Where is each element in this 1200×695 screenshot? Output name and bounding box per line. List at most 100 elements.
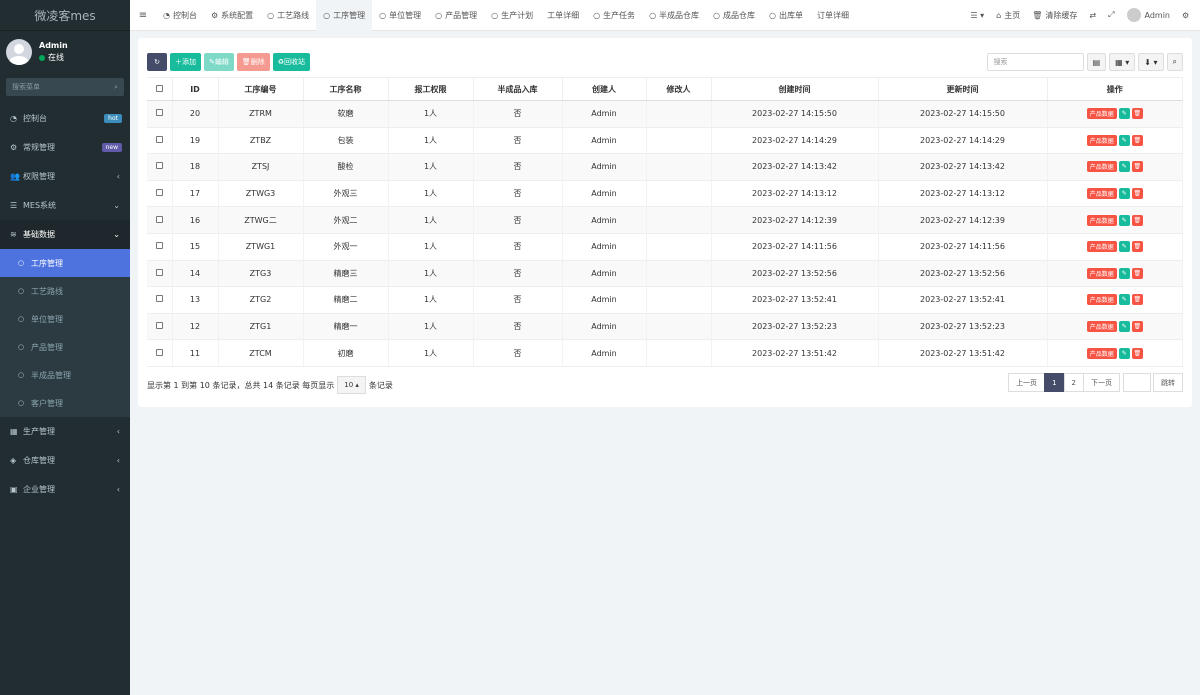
add-button[interactable]: ＋添加 (170, 53, 201, 71)
sidebar-item-1[interactable]: ⚙ 常规管理 new (0, 133, 130, 162)
edit-row-icon[interactable]: ✎ (1118, 188, 1130, 200)
tab-list-dropdown[interactable]: ☰ ▾ (964, 0, 990, 31)
table-row[interactable]: 18 ZTSJ 酸检 1人否 Admin 2023-02-27 14:13:42 2023-… (147, 153, 1183, 181)
clear-cache-button[interactable]: 🗑 清除缓存 (1026, 0, 1083, 31)
edit-button[interactable]: ✎ 编辑 (204, 53, 234, 71)
submenu-item-2[interactable]: ○ 单位管理 (0, 305, 130, 333)
recycle-bin-button[interactable]: ♻ 回收站 (272, 53, 311, 71)
submenu-item-5[interactable]: ○ 客户管理 (0, 389, 130, 417)
table-row[interactable]: 12 ZTG1 精磨一 1人否 Admin 2023-02-27 13:52:23 2023… (147, 313, 1183, 341)
row-select-cell[interactable] (147, 100, 173, 128)
export-dropdown[interactable]: ⬇ ▾ (1138, 53, 1164, 71)
row-select-cell[interactable] (147, 339, 173, 367)
submenu-item-0[interactable]: ○ 工序管理 (0, 249, 130, 277)
brand-logo[interactable]: 微凌客mes (0, 0, 130, 31)
columns-dropdown[interactable]: ▦ ▾ (1109, 53, 1136, 71)
row-checkbox[interactable] (155, 268, 163, 276)
product-data-button[interactable]: 产品数据 (1086, 134, 1117, 146)
user-menu[interactable]: Admin (1121, 0, 1177, 31)
edit-row-icon[interactable]: ✎ (1118, 294, 1130, 306)
row-checkbox[interactable] (155, 135, 163, 143)
tab-6[interactable]: ○ 生产计划 (484, 0, 540, 31)
sidebar-item-after-0[interactable]: ▦ 生产管理 ‹ (0, 417, 130, 446)
sidebar-item-0[interactable]: ◔ 控制台 hot (0, 104, 130, 133)
product-data-button[interactable]: 产品数据 (1086, 108, 1117, 120)
row-checkbox[interactable] (155, 295, 163, 303)
table-row[interactable]: 20 ZTRM 软磨 1人否 Admin 2023-02-27 14:15:50 2023-… (147, 100, 1183, 128)
edit-row-icon[interactable]: ✎ (1118, 347, 1130, 359)
advanced-search-icon[interactable]: ⌕ (1166, 53, 1183, 71)
row-select-cell[interactable] (147, 153, 173, 181)
row-checkbox[interactable] (155, 242, 163, 250)
delete-row-icon[interactable]: 🗑 (1131, 188, 1143, 200)
tab-11[interactable]: ○ 出库单 (762, 0, 810, 31)
delete-row-icon[interactable]: 🗑 (1131, 294, 1143, 306)
table-row[interactable]: 15 ZTWG1 外观一 1人否 Admin 2023-02-27 14:11:56 202… (147, 233, 1183, 261)
settings-icon[interactable]: ⚙ (1176, 0, 1200, 31)
table-search-input[interactable]: 搜索 (986, 53, 1084, 71)
sidebar-item-2[interactable]: 👥 权限管理 ‹ (0, 162, 130, 191)
table-row[interactable]: 19 ZTBZ 包装 1人否 Admin 2023-02-27 14:14:29 2023-… (147, 127, 1183, 155)
next-page-button[interactable]: 下一页 (1083, 373, 1120, 392)
submenu-item-3[interactable]: ○ 产品管理 (0, 333, 130, 361)
row-checkbox[interactable] (155, 322, 163, 330)
row-checkbox[interactable] (155, 162, 163, 170)
table-row[interactable]: 14 ZTG3 精磨三 1人否 Admin 2023-02-27 13:52:56 2023… (147, 260, 1183, 288)
prev-page-button[interactable]: 上一页 (1008, 373, 1046, 392)
row-select-cell[interactable] (147, 286, 173, 314)
tab-7[interactable]: 工单详细 (540, 0, 586, 31)
fullscreen-icon[interactable]: ⤢ (1102, 0, 1120, 31)
page-2-button[interactable]: 2 (1063, 373, 1084, 392)
sidebar-item-3[interactable]: ☰ MES系统 ⌄ (0, 191, 130, 220)
tab-4[interactable]: ○ 单位管理 (372, 0, 428, 31)
table-row[interactable]: 13 ZTG2 精磨二 1人否 Admin 2023-02-27 13:52:41 2023… (147, 286, 1183, 314)
refresh-button[interactable]: ↻ (147, 53, 167, 71)
row-checkbox[interactable] (155, 189, 163, 197)
table-row[interactable]: 11 ZTCM 初磨 1人否 Admin 2023-02-27 13:51:42 2023-… (147, 339, 1183, 367)
edit-row-icon[interactable]: ✎ (1118, 161, 1130, 173)
tab-12[interactable]: 订单详细 (810, 0, 856, 31)
product-data-button[interactable]: 产品数据 (1086, 321, 1117, 333)
tab-9[interactable]: ○ 半成品仓库 (642, 0, 706, 31)
row-checkbox[interactable] (155, 109, 163, 117)
row-select-cell[interactable] (147, 233, 173, 261)
row-select-cell[interactable] (147, 206, 173, 234)
row-select-cell[interactable] (147, 260, 173, 288)
select-all-header[interactable] (147, 77, 173, 101)
product-data-button[interactable]: 产品数据 (1086, 161, 1117, 173)
sidebar-item-after-2[interactable]: ▣ 企业管理 ‹ (0, 475, 130, 504)
row-checkbox[interactable] (155, 215, 163, 223)
sidebar-search-input[interactable]: 搜索菜单 ⌕ (6, 78, 124, 96)
tab-10[interactable]: ○ 成品仓库 (706, 0, 762, 31)
product-data-button[interactable]: 产品数据 (1086, 294, 1117, 306)
menu-toggle-icon[interactable]: ≡ (130, 0, 156, 31)
delete-row-icon[interactable]: 🗑 (1131, 321, 1143, 333)
language-icon[interactable]: ⇄ (1083, 0, 1102, 31)
edit-row-icon[interactable]: ✎ (1118, 108, 1130, 120)
product-data-button[interactable]: 产品数据 (1086, 347, 1117, 359)
tab-0[interactable]: ◔ 控制台 (156, 0, 204, 31)
tab-1[interactable]: ⚙ 系统配置 (204, 0, 260, 31)
product-data-button[interactable]: 产品数据 (1086, 188, 1117, 200)
page-jump-input[interactable] (1123, 373, 1151, 392)
product-data-button[interactable]: 产品数据 (1086, 214, 1117, 226)
tab-2[interactable]: ○ 工艺路线 (260, 0, 316, 31)
delete-row-icon[interactable]: 🗑 (1131, 134, 1143, 146)
edit-row-icon[interactable]: ✎ (1118, 321, 1130, 333)
tab-3[interactable]: ○ 工序管理 (316, 0, 373, 31)
row-select-cell[interactable] (147, 313, 173, 341)
row-select-cell[interactable] (147, 180, 173, 208)
sidebar-item-4[interactable]: ≋ 基础数据 ⌄ (0, 220, 130, 249)
submenu-item-4[interactable]: ○ 半成品管理 (0, 361, 130, 389)
delete-row-icon[interactable]: 🗑 (1131, 267, 1143, 279)
tab-5[interactable]: ○ 产品管理 (428, 0, 484, 31)
edit-row-icon[interactable]: ✎ (1118, 134, 1130, 146)
delete-button[interactable]: 🗑 删除 (236, 53, 270, 71)
edit-row-icon[interactable]: ✎ (1118, 241, 1130, 253)
product-data-button[interactable]: 产品数据 (1086, 241, 1117, 253)
delete-row-icon[interactable]: 🗑 (1131, 214, 1143, 226)
edit-row-icon[interactable]: ✎ (1118, 267, 1130, 279)
select-all-checkbox[interactable] (155, 84, 163, 92)
submenu-item-1[interactable]: ○ 工艺路线 (0, 277, 130, 305)
home-link[interactable]: ⌂ 主页 (990, 0, 1026, 31)
